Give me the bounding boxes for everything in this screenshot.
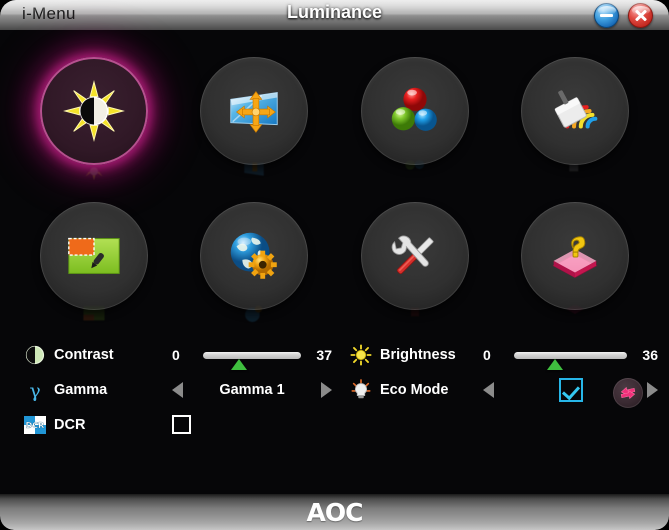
green-screen-icon [68,237,120,274]
dcr-label: DCR [54,417,86,433]
menu-cell-picture-boost [495,38,655,183]
contrast-slider-thumb[interactable] [231,358,248,370]
controls-right-column: Brightness 0 36 Eco Mode [348,338,658,408]
reset-button[interactable] [613,378,643,408]
control-row-contrast: Contrast 0 37 [22,338,342,372]
menu-cell-help [495,183,655,328]
osd-setup-reflection [245,304,263,322]
book-question-icon [552,235,598,278]
gamma-label: Gamma [54,382,108,398]
brightness-slider-thumb[interactable] [546,358,563,370]
brightness-label: Brightness [380,347,456,363]
globe-gear-icon [231,232,278,279]
menu-icon-picture-boost[interactable] [520,56,629,171]
contrast-label: Contrast [54,347,114,363]
extra-reflection [410,306,419,316]
control-row-gamma: γ Gamma Gamma 1 [22,373,342,407]
menu-icon-osd-region[interactable] [40,201,149,320]
controls-area: Contrast 0 37 γ Gamma Gamma 1 DCR DCR Br… [0,338,669,458]
menu-icon-extra[interactable] [360,201,469,316]
menu-cell-luminance [14,38,174,183]
paint-rainbow-icon [554,89,598,129]
aoc-logo: AOC [306,497,364,527]
window-buttons [594,3,653,28]
gamma-value: Gamma 1 [219,382,285,398]
color-setup-reflection [404,159,424,170]
wrench-screwdriver-icon [391,235,434,274]
menu-cell-image-setup [174,38,334,183]
brightness-slider[interactable]: 0 36 [483,338,658,372]
menu-cell-extra [335,183,495,328]
screen-arrows-icon [230,90,279,133]
help-reflection [565,303,584,314]
minimize-gloss [598,6,616,15]
contrast-slider-track[interactable] [203,351,301,370]
brightness-current-value: 36 [642,347,658,363]
menu-cell-osd-region [14,183,174,328]
eco-bulb-icon [348,379,374,401]
contrast-circle-icon [22,344,48,366]
menu-icon-color-setup[interactable] [360,56,469,170]
controls-left-column: Contrast 0 37 γ Gamma Gamma 1 DCR DCR [22,338,342,443]
brightness-min-value: 0 [483,347,491,363]
menu-icon-image-setup[interactable] [200,56,309,176]
sun-icon [348,344,374,366]
osd-region-reflection [83,305,105,320]
menu-icon-help[interactable] [520,201,629,314]
contrast-current-value: 37 [316,347,332,363]
i-menu-window: i-Menu Luminance Contrast 0 37 γ Gamma G… [0,0,669,530]
brightness-slider-track[interactable] [514,351,627,370]
image-setup-reflection [244,161,265,176]
gamma-selector: Gamma 1 [172,373,332,407]
contrast-min-value: 0 [172,347,180,363]
menu-icon-osd-setup[interactable] [200,201,309,322]
sun-contrast-icon [63,79,126,142]
rgb-spheres-icon [391,87,437,131]
dcr-badge-icon: DCR [22,414,48,436]
title-bar: i-Menu Luminance [0,0,669,30]
gamma-symbol-icon: γ [22,379,48,401]
menu-icon-grid [0,38,669,328]
svg-text:DCR: DCR [26,421,45,430]
luminance-reflection [85,166,103,180]
control-row-dcr: DCR DCR [22,408,342,442]
eco-mode-next-arrow[interactable] [647,382,658,398]
menu-icon-luminance[interactable] [40,56,149,180]
close-gloss [632,6,650,15]
menu-cell-osd-setup [174,183,334,328]
page-title: Luminance [286,2,383,22]
dcr-checkbox[interactable] [172,415,191,434]
contrast-slider[interactable]: 0 37 [172,338,332,372]
control-row-eco-mode: Eco Mode [348,373,658,407]
minimize-button[interactable] [594,3,619,28]
eco-mode-label: Eco Mode [380,382,449,398]
eco-mode-prev-arrow[interactable] [483,382,494,398]
gamma-prev-arrow[interactable] [172,382,183,398]
eco-mode-checkbox[interactable] [558,378,583,402]
gamma-next-arrow[interactable] [321,382,332,398]
reset-arrows-icon [620,386,636,400]
svg-text:γ: γ [29,380,40,401]
bottom-bar: AOC [0,494,669,530]
menu-cell-color-setup [335,38,495,183]
control-row-brightness: Brightness 0 36 [348,338,658,372]
picture-boost-reflection [569,163,579,171]
close-button[interactable] [628,3,653,28]
